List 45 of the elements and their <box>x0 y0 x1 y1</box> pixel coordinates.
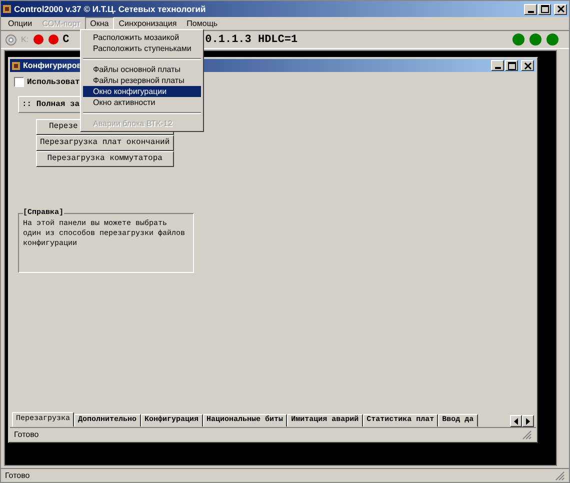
disc-icon[interactable] <box>5 34 17 46</box>
status-light-icon <box>546 33 559 46</box>
indicator-icon[interactable] <box>48 34 59 45</box>
minimize-button[interactable] <box>491 60 504 71</box>
menu-item[interactable]: Синхронизация <box>114 16 182 30</box>
close-icon <box>556 5 564 13</box>
left-arrow-icon <box>514 418 518 424</box>
menu-entry[interactable]: Расположить мозаикой <box>83 32 201 43</box>
connection-prefix: C <box>62 34 70 46</box>
reload-button[interactable]: Перезагрузка плат окончаний <box>36 135 174 151</box>
child-window-title: Конфигуриров <box>23 61 82 70</box>
status-light-icon <box>512 33 525 46</box>
minimize-button[interactable] <box>524 4 537 14</box>
menu-entry[interactable]: Файлы резервной платы <box>83 75 201 86</box>
right-arrow-icon <box>526 418 530 424</box>
resize-grip-icon[interactable] <box>522 430 532 440</box>
maximize-icon <box>540 5 548 13</box>
menu-entry[interactable]: Расположить ступеньками <box>83 43 201 54</box>
indicator-icon[interactable] <box>32 34 44 45</box>
reload-button[interactable]: Перезагрузка коммутатора <box>36 151 174 167</box>
maximize-button[interactable] <box>505 60 518 71</box>
maximize-button[interactable] <box>538 4 551 14</box>
maximize-icon <box>508 62 516 70</box>
scroll-left-button[interactable] <box>510 415 522 427</box>
app-icon <box>12 62 20 70</box>
close-button[interactable] <box>554 4 567 14</box>
status-text: Готово <box>5 471 30 480</box>
resize-grip-icon[interactable] <box>555 470 565 480</box>
window-title: Control2000 v.37 © И.Т.Ц. Сетевых технологий <box>14 4 206 14</box>
checkbox[interactable] <box>14 77 24 87</box>
minimize-icon <box>494 67 500 69</box>
scroll-right-button[interactable] <box>522 415 534 427</box>
close-button[interactable] <box>521 60 534 71</box>
checkbox-label: Использоват <box>27 78 80 86</box>
menu-entry[interactable]: Окно конфигурации <box>83 86 201 97</box>
menu-item[interactable]: Помощь <box>182 16 223 30</box>
connection-info: 0.1.1.3 HDLC=1 <box>205 34 298 46</box>
status-light-icon <box>529 33 542 46</box>
close-icon <box>524 62 532 70</box>
minimize-icon <box>528 10 534 12</box>
menu-item[interactable]: Опции <box>3 16 38 30</box>
menu-entry[interactable]: Файлы основной платы <box>83 64 201 75</box>
port-label: K: <box>21 35 29 44</box>
app-icon <box>3 5 11 13</box>
status-text: Готово <box>14 430 39 439</box>
